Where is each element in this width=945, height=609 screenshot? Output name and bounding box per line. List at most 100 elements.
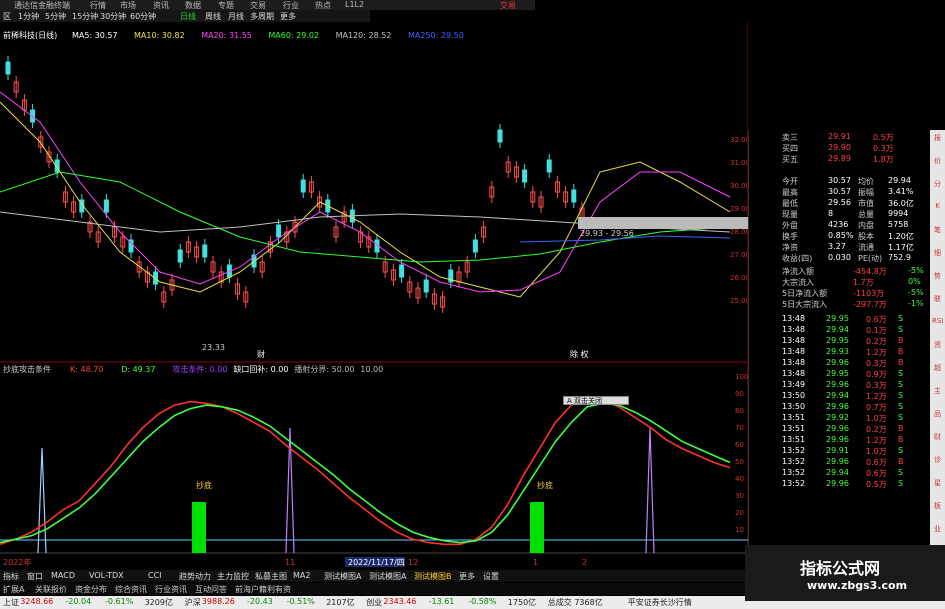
finance-marker: 财 [257,349,265,359]
menu-l1l2[interactable]: L1L2 [345,0,364,9]
extension-tab[interactable]: 行业资讯 [155,584,187,595]
period-btn[interactable]: 区 [3,11,11,22]
sidebar-icon[interactable]: 主 [932,386,943,397]
sidebar-icon[interactable]: 笔 [932,225,943,236]
status-index-field: -20.04 [65,597,92,606]
price-tick: 28.00 [730,228,748,236]
quote-cell: 0.85% [828,231,854,240]
indicator-tab[interactable]: 测试模图B [414,571,452,582]
indicator-tab[interactable]: MACD [51,571,75,580]
sidebar-icon[interactable]: 资 [932,340,943,351]
indicator-legend-item: 10.00 [360,365,383,374]
indicator-tab[interactable]: 指标 [3,571,19,582]
quote-row: 收益(四) 0.030 PE(动) 752.9 [748,253,926,264]
indicator-tab[interactable]: 私募主图 [255,571,287,582]
period-btn-active[interactable]: 日线 [180,11,196,22]
extension-tab[interactable]: 资金分布 [75,584,107,595]
period-btn[interactable]: 15分钟 [72,11,98,22]
quote-row: 现量 8 总量 9994 [748,209,926,220]
sidebar-icon[interactable]: RSI [932,317,943,328]
extension-tab[interactable]: 互动问答 [195,584,227,595]
quote-row: 5日净流入额 -1103万 -5% [748,288,926,299]
indicator-legend-item: 攻击条件: 0.00 [172,364,227,374]
period-btn[interactable]: 30分钟 [100,11,126,22]
kline-chart[interactable]: 前稀科技(日线) MA5: 30.57 MA10: 30.82 MA20: 31.5… [0,22,748,570]
sidebar-icon[interactable]: 品 [932,409,943,420]
indicator-tab[interactable]: CCI [148,571,162,580]
extension-tab[interactable]: 扩展A [3,584,24,595]
indicator-tab[interactable]: 更多 [459,571,475,582]
indicator-tab[interactable]: 测试模图A [324,571,361,582]
quote-cell: 5758 [888,220,909,229]
quote-cell: 1.2万 [866,392,887,401]
quote-cell: 3.41% [888,187,914,196]
indicator-tab[interactable]: 趋势动力 [179,571,211,582]
quote-cell: S [898,446,904,455]
sidebar-icon[interactable]: K [932,202,943,213]
period-btn[interactable]: 多周期 [250,11,274,22]
candlesticks [5,56,585,313]
quote-cell: S [898,314,904,323]
quote-cell: 13:52 [782,446,806,455]
sidebar-icon[interactable]: 联 [932,294,943,305]
sidebar-icon[interactable]: 报 [932,133,943,144]
sidebar-icon[interactable]: 板 [932,501,943,512]
quote-row: 今开 30.57 均价 29.94 [748,176,926,187]
more-btn[interactable]: 更多 [280,11,296,22]
signal-bar [530,502,544,553]
quote-cell: 1.2万 [866,436,887,445]
sidebar-icon[interactable]: 诊 [932,455,943,466]
indicator-tab[interactable]: 设置 [483,571,499,582]
sidebar-icon[interactable]: 业 [932,524,943,535]
sidebar-icon[interactable]: 星 [932,478,943,489]
kd-lines [0,395,731,546]
status-index-field: 3209亿 [144,598,173,607]
extension-tab[interactable]: 前海户籍利有资 [235,584,291,595]
status-index-field: 2107亿 [326,598,355,607]
quote-cell: 29.89 [828,154,851,163]
ma-legend-item: MA10: 30.82 [134,31,185,40]
sidebar-icon[interactable]: 分 [932,179,943,190]
period-btn[interactable]: 5分钟 [45,11,66,22]
sidebar-icon[interactable]: 势 [932,271,943,282]
quote-cell: S [898,391,904,400]
period-btn[interactable]: 60分钟 [130,11,156,22]
quote-cell: S [898,413,904,422]
trade-link[interactable]: 交易 [500,0,516,11]
indicator-tab[interactable]: 测试模图A [369,571,406,582]
sidebar-icon[interactable]: 细 [932,248,943,259]
quote-cell: PE(动) [858,254,883,263]
period-btn[interactable]: 月线 [228,11,244,22]
quote-cell: 13:48 [782,347,806,356]
period-btn[interactable]: 1分钟 [18,11,39,22]
indicator-tick: 50 [735,458,744,466]
indicator-tabs: 指标 窗口 MACD VOL-TDX CCI 趋势动力 主力监控 私募主图 MA2 测试模图A 测试… [0,570,748,582]
candle [276,224,282,238]
indicator-tab[interactable]: VOL-TDX [89,571,124,580]
quote-cell: -1103万 [853,289,885,298]
quote-cell: -297.7万 [853,300,887,309]
close-popup[interactable]: A 双击关闭 [563,396,629,405]
sidebar-icon[interactable]: 价 [932,156,943,167]
quote-row: 净流入额 -454.8万 -5% [748,266,926,277]
quote-cell: 29.94 [826,325,849,334]
quote-cell: 净资 [782,243,798,252]
extension-tab[interactable]: 关联报价 [35,584,67,595]
quote-cell: 换手 [782,232,798,241]
sidebar-icon[interactable]: 超 [932,363,943,374]
quote-cell: 29.90 [828,143,851,152]
date-tick: 1 [533,558,538,567]
quote-cell: 0.6万 [866,469,887,478]
stock-name: 前稀科技(日线) [3,30,57,40]
indicator-tab[interactable]: 主力监控 [217,571,249,582]
quote-cell: S [898,468,904,477]
quote-cell: 29.96 [826,424,849,433]
quote-row: 13:50 29.94 1.2万 S [748,391,926,402]
extension-tab[interactable]: 综合资讯 [115,584,147,595]
quote-cell: 29.96 [826,380,849,389]
sidebar-icon[interactable]: 财 [932,432,943,443]
indicator-tab[interactable]: MA2 [293,571,310,580]
status-index-field: 创业 [366,598,383,607]
indicator-tab[interactable]: 窗口 [27,571,43,582]
period-btn[interactable]: 周线 [205,11,221,22]
